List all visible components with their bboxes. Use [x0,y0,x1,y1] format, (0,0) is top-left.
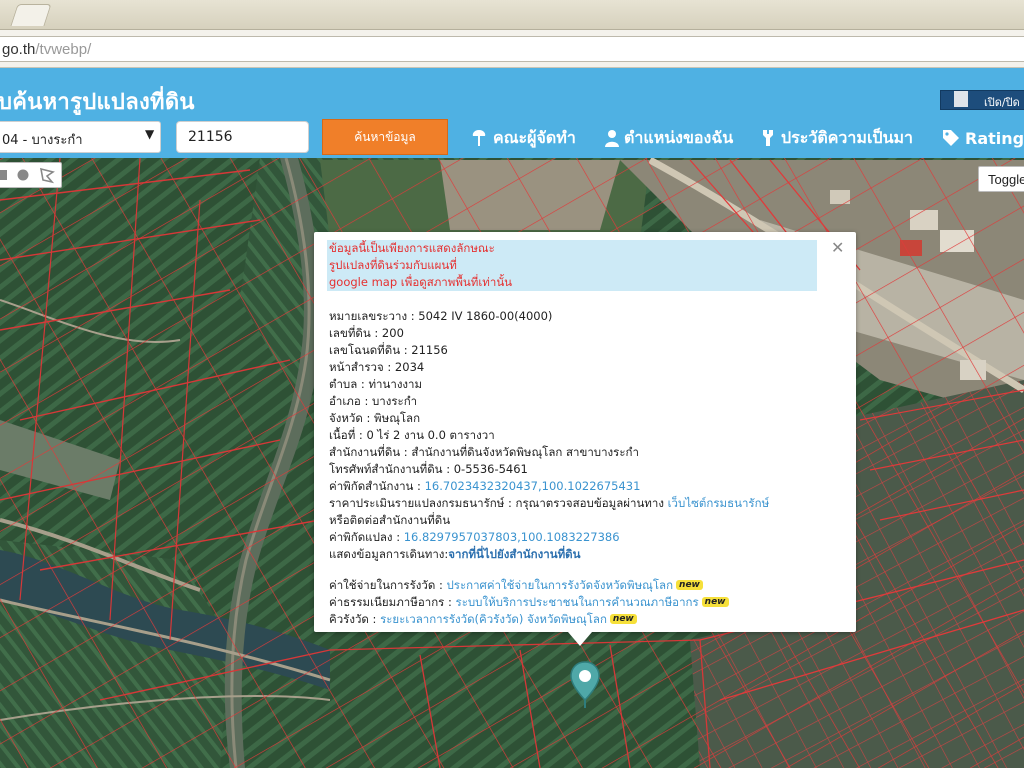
deed-number: เลขโฉนดที่ดิน : 21156 [329,343,448,357]
nav-staff-label: คณะผู้จัดทำ [493,127,576,147]
office-coordinate: ค่าพิกัดสำนักงาน : 16.7023432320437,100.… [329,478,640,496]
popup-tail [568,632,592,646]
survey-fee-link[interactable]: ประกาศค่าใช้จ่ายในการรังวัดจังหวัดพิษณุโ… [446,578,673,592]
nav-location-label: ตำแหน่งของฉัน [624,127,734,147]
survey-queue-link[interactable]: ระยะเวลาการรังวัด(คิวรังวัด) จังหวัดพิษณ… [380,612,607,626]
search-button[interactable]: ค้นหาข้อมูล [322,119,448,155]
office-coordinate-link[interactable]: 16.7023432320437,100.1022675431 [425,479,641,493]
new-badge: new [609,614,637,624]
nav-history-label: ประวัติความเป็นมา [781,127,914,147]
land-number: เลขที่ดิน : 200 [329,326,404,340]
tax-fee-link[interactable]: ระบบให้บริการประชาชนในการคำนวณภาษีอากร [456,595,699,609]
disclaimer-line: ข้อมูลนี้เป็นเพียงการแสดงลักษณะ [329,241,495,255]
url-host: go.th [2,41,36,58]
parcel-number-input[interactable] [176,121,309,153]
directions: แสดงข้อมูลการเดินทาง:จากที่นี่ไปยังสำนัก… [329,546,580,564]
tree-icon [472,130,486,146]
appraisal-label: ราคาประเมินรายแปลงกรมธนารักษ์ : กรุณาตรว… [329,496,668,510]
app-title: บค้นหารูปแปลงที่ดิน [0,90,195,115]
area: เนื้อที่ : 0 ไร่ 2 งาน 0.0 ตารางวา [329,428,495,442]
map-marker-icon[interactable] [569,660,601,710]
parcel-coordinate: ค่าพิกัดแปลง : 16.8297957037803,100.1083… [329,529,620,547]
url-input[interactable] [0,36,1024,62]
subdistrict: ตำบล : ท่านางงาม [329,377,423,391]
nav-location[interactable]: ตำแหน่งของฉัน [605,125,733,151]
nav-rating-label: Rating [965,128,1024,148]
address-bar: go.th/tvwebp/ [0,30,1024,68]
nav-staff[interactable]: คณะผู้จัดทำ [470,125,576,151]
toggle-label: เปิด/ปิด [984,96,1020,109]
toggle-knob[interactable] [954,91,968,107]
land-office: สำนักงานที่ดิน : สำนักงานที่ดินจังหวัดพิ… [329,445,639,459]
parcel-coordinate-link[interactable]: 16.8297957037803,100.1083227386 [404,530,620,544]
browser-tab[interactable] [10,4,52,26]
appraisal-contact: หรือติดต่อสำนักงานที่ดิน [329,513,451,527]
nav-rating[interactable]: Rating [942,125,1024,151]
tax-fee: ค่าธรรมเนียมภาษีอากร : ระบบให้บริการประช… [329,594,729,612]
district: อำเภอ : บางระกำ [329,394,418,408]
new-badge: new [676,580,703,590]
treasury-website-link[interactable]: เว็บไซต์กรมธนารักษ์ [668,496,770,510]
appraisal: ราคาประเมินรายแปลงกรมธนารักษ์ : กรุณาตรว… [329,495,769,513]
survey-queue: คิวรังวัด : ระยะเวลาการรังวัด(คิวรังวัด)… [329,611,637,629]
draw-toolbar [0,162,62,188]
tag-icon [943,130,959,146]
office-coordinate-label: ค่าพิกัดสำนักงาน : [329,479,425,493]
browser-tab-bar [0,0,1024,30]
survey-page: หน้าสำรวจ : 2034 [329,360,425,374]
survey-fee-label: ค่าใช้จ่ายในการรังวัด : [329,578,447,592]
draw-circle-icon[interactable] [17,169,29,181]
url-text: go.th/tvwebp/ [2,41,91,58]
disclaimer-line: รูปแปลงที่ดินร่วมกับแผนที่ [329,258,457,272]
survey-fee: ค่าใช้จ่ายในการรังวัด : ประกาศค่าใช้จ่าย… [329,577,703,595]
url-path: /tvwebp/ [35,41,92,58]
directions-label: แสดงข้อมูลการเดินทาง: [329,547,449,561]
dropdown-arrow-icon: ▼ [145,127,155,141]
draw-polygon-icon[interactable] [39,167,55,184]
map-sheet-number: หมายเลขระวาง : 5042 IV 1860-00(4000) [329,309,553,323]
office-phone: โทรศัพท์สำนักงานที่ดิน : 0-5536-5461 [329,462,528,476]
survey-queue-label: คิวรังวัด : [329,612,381,626]
draw-rectangle-icon[interactable] [0,170,7,180]
district-select-value: 04 - บางระกำ [2,133,83,148]
toggle-map-button[interactable]: Toggle [978,166,1024,192]
disclaimer-box: ข้อมูลนี้เป็นเพียงการแสดงลักษณะ รูปแปลงท… [327,240,817,291]
directions-link[interactable]: จากที่นี่ไปยังสำนักงานที่ดิน [448,547,580,561]
wrench-icon [763,130,773,146]
tax-fee-label: ค่าธรรมเนียมภาษีอากร : [329,595,456,609]
user-icon [605,130,619,147]
close-icon[interactable]: ✕ [831,238,844,257]
parcel-coordinate-label: ค่าพิกัดแปลง : [329,530,404,544]
nav-history[interactable]: ประวัติความเป็นมา [760,125,913,151]
new-badge: new [701,597,729,607]
province: จังหวัด : พิษณุโลก [329,411,421,425]
disclaimer-line: google map เพื่อดูสภาพพื้นที่เท่านั้น [329,275,513,289]
